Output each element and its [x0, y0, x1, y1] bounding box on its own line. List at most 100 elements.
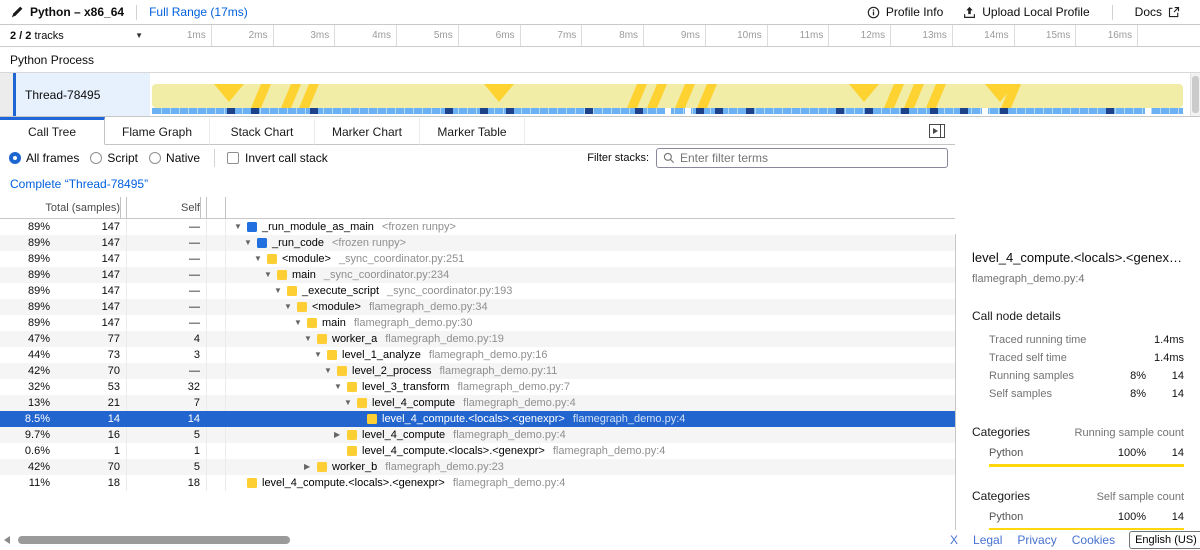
row-self-samples: 32 — [127, 381, 200, 393]
expand-twisty-icon[interactable]: ▼ — [334, 379, 347, 395]
upload-profile-button[interactable]: Upload Local Profile — [953, 5, 1099, 19]
horizontal-scrollbar[interactable] — [0, 530, 940, 550]
tab-flame-graph[interactable]: Flame Graph — [105, 117, 210, 145]
column-resize-handle[interactable] — [207, 197, 226, 218]
tab-marker-table[interactable]: Marker Table — [420, 117, 525, 145]
docs-button[interactable]: Docs — [1125, 5, 1190, 19]
table-row[interactable]: 0.6%11level_4_compute.<locals>.<genexpr>… — [0, 443, 955, 459]
radio-dot[interactable] — [9, 152, 21, 164]
footer-link-x[interactable]: X — [950, 533, 958, 547]
table-row[interactable]: 13%217▼level_4_computeflamegraph_demo.py… — [0, 395, 955, 411]
column-resize-handle[interactable] — [200, 197, 207, 218]
expand-twisty-icon[interactable]: ▼ — [314, 347, 327, 363]
row-call-node[interactable]: ▼<module>flamegraph_demo.py:34 — [226, 299, 955, 315]
row-call-node[interactable]: ▶level_4_computeflamegraph_demo.py:4 — [226, 427, 955, 443]
function-name: level_4_compute — [362, 429, 445, 441]
row-call-node[interactable]: ▼worker_aflamegraph_demo.py:19 — [226, 331, 955, 347]
table-row[interactable]: 89%147—▼_run_code<frozen runpy> — [0, 235, 955, 251]
track-python-process[interactable]: Python Process — [0, 46, 1200, 72]
row-call-node[interactable]: ▼level_1_analyzeflamegraph_demo.py:16 — [226, 347, 955, 363]
expand-twisty-icon[interactable]: ▶ — [334, 427, 347, 443]
table-row[interactable]: 89%147—▼main_sync_coordinator.py:234 — [0, 267, 955, 283]
row-call-node[interactable]: ▶worker_bflamegraph_demo.py:23 — [226, 459, 955, 475]
track-thread[interactable]: Thread-78495 — [0, 72, 1200, 117]
expand-twisty-icon[interactable]: ▼ — [324, 363, 337, 379]
radio-label: Native — [166, 151, 200, 165]
column-header-self[interactable]: Self — [127, 202, 200, 214]
filter-stacks-field[interactable] — [656, 148, 948, 168]
footer-link-privacy[interactable]: Privacy — [1017, 533, 1056, 547]
expand-twisty-icon[interactable]: ▼ — [254, 251, 267, 267]
filter-stacks-input[interactable] — [680, 151, 941, 165]
radio-native[interactable]: Native — [149, 151, 200, 165]
tab-call-tree[interactable]: Call Tree — [0, 117, 105, 145]
table-row[interactable]: 42%705▶worker_bflamegraph_demo.py:23 — [0, 459, 955, 475]
category-square-icon — [317, 462, 327, 472]
row-call-node[interactable]: ▼main_sync_coordinator.py:234 — [226, 267, 955, 283]
column-header-total[interactable]: Total (samples) — [0, 202, 120, 214]
row-call-node[interactable]: ▼_execute_script_sync_coordinator.py:193 — [226, 283, 955, 299]
scrollbar-thumb[interactable] — [1192, 76, 1199, 113]
column-separator — [207, 315, 226, 331]
radio-script[interactable]: Script — [90, 151, 138, 165]
row-call-node[interactable]: ▼level_3_transformflamegraph_demo.py:7 — [226, 379, 955, 395]
expand-twisty-icon[interactable]: ▼ — [264, 267, 277, 283]
table-row[interactable]: 89%147—▼mainflamegraph_demo.py:30 — [0, 315, 955, 331]
row-call-node[interactable]: level_4_compute.<locals>.<genexpr>flameg… — [226, 413, 955, 425]
table-row[interactable]: 47%774▼worker_aflamegraph_demo.py:19 — [0, 331, 955, 347]
tracks-dropdown[interactable]: 2 / 2 tracks ▼ — [0, 25, 150, 46]
expand-twisty-icon[interactable]: ▶ — [304, 459, 317, 475]
thread-track-label[interactable]: Thread-78495 — [0, 73, 150, 116]
table-row[interactable]: 11%1818level_4_compute.<locals>.<genexpr… — [0, 475, 955, 491]
expand-twisty-icon[interactable]: ▼ — [274, 283, 287, 299]
table-row[interactable]: 89%147—▼<module>flamegraph_demo.py:34 — [0, 299, 955, 315]
table-row[interactable]: 8.5%1414level_4_compute.<locals>.<genexp… — [0, 411, 955, 427]
expand-twisty-icon[interactable]: ▼ — [304, 331, 317, 347]
complete-thread-link[interactable]: Complete “Thread-78495” — [10, 177, 148, 191]
profile-info-button[interactable]: Profile Info — [857, 5, 953, 19]
expand-twisty-icon[interactable]: ▼ — [294, 315, 307, 331]
category-square-icon — [307, 318, 317, 328]
row-call-node[interactable]: level_4_compute.<locals>.<genexpr>flameg… — [226, 477, 955, 489]
tab-marker-chart[interactable]: Marker Chart — [315, 117, 420, 145]
language-select[interactable]: English (US) — [1129, 531, 1200, 549]
radio-dot[interactable] — [90, 152, 102, 164]
row-total-percent: 32% — [0, 381, 50, 393]
table-row[interactable]: 89%147—▼_execute_script_sync_coordinator… — [0, 283, 955, 299]
radio-all-frames[interactable]: All frames — [9, 151, 79, 165]
footer-link-cookies[interactable]: Cookies — [1072, 533, 1115, 547]
cpu-activity-svg — [152, 73, 1185, 117]
open-sidebar-icon[interactable] — [929, 124, 945, 138]
profile-name[interactable]: Python – x86_64 — [0, 5, 124, 19]
expand-twisty-icon[interactable]: ▼ — [234, 219, 247, 235]
timeline-ruler[interactable]: 1ms2ms3ms4ms5ms6ms7ms8ms9ms10ms11ms12ms1… — [150, 25, 1200, 46]
invert-call-stack-checkbox[interactable] — [227, 152, 239, 164]
table-row[interactable]: 44%733▼level_1_analyzeflamegraph_demo.py… — [0, 347, 955, 363]
scrollbar-thumb[interactable] — [18, 536, 290, 544]
expand-twisty-icon[interactable]: ▼ — [344, 395, 357, 411]
table-row[interactable]: 9.7%165▶level_4_computeflamegraph_demo.p… — [0, 427, 955, 443]
call-tree-rows: 89%147—▼_run_module_as_main<frozen runpy… — [0, 219, 955, 491]
row-call-node[interactable]: ▼level_4_computeflamegraph_demo.py:4 — [226, 395, 955, 411]
full-range-button[interactable]: Full Range (17ms) — [149, 5, 248, 19]
expand-twisty-icon[interactable]: ▼ — [284, 299, 297, 315]
table-row[interactable]: 32%5332▼level_3_transformflamegraph_demo… — [0, 379, 955, 395]
radio-dot[interactable] — [149, 152, 161, 164]
tab-stack-chart[interactable]: Stack Chart — [210, 117, 315, 145]
column-resize-handle[interactable] — [120, 197, 127, 218]
thread-activity-graph[interactable] — [150, 73, 1200, 116]
row-call-node[interactable]: ▼_run_module_as_main<frozen runpy> — [226, 219, 955, 235]
row-call-node[interactable]: level_4_compute.<locals>.<genexpr>flameg… — [226, 445, 955, 457]
row-call-node[interactable]: ▼level_2_processflamegraph_demo.py:11 — [226, 363, 955, 379]
row-call-node[interactable]: ▼_run_code<frozen runpy> — [226, 235, 955, 251]
scroll-left-arrow-icon[interactable] — [4, 536, 10, 544]
table-row[interactable]: 89%147—▼<module>_sync_coordinator.py:251 — [0, 251, 955, 267]
timeline-vertical-scrollbar[interactable] — [1190, 73, 1200, 116]
row-call-node[interactable]: ▼<module>_sync_coordinator.py:251 — [226, 251, 955, 267]
table-row[interactable]: 42%70—▼level_2_processflamegraph_demo.py… — [0, 363, 955, 379]
row-call-node[interactable]: ▼mainflamegraph_demo.py:30 — [226, 315, 955, 331]
function-name: <module> — [282, 253, 331, 265]
footer-link-legal[interactable]: Legal — [973, 533, 1002, 547]
table-row[interactable]: 89%147—▼_run_module_as_main<frozen runpy… — [0, 219, 955, 235]
expand-twisty-icon[interactable]: ▼ — [244, 235, 257, 251]
